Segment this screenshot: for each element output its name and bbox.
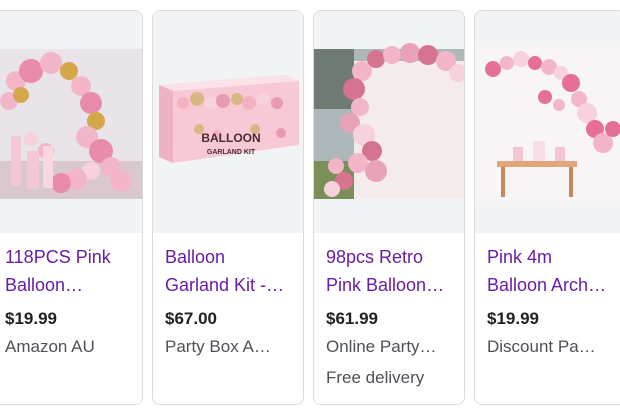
product-image[interactable]: BALLOON GARLAND KIT [153,11,303,233]
product-price: $67.00 [165,309,217,328]
delivery-note: Free delivery [326,368,425,387]
product-card[interactable]: 118PCS Pink Balloon… $19.99 Amazon AU [0,10,143,405]
store-name: Online Party… [326,337,437,356]
product-card[interactable]: Pink 4m Balloon Arch… $19.99 Discount Pa… [474,10,620,405]
product-price: $19.99 [5,309,57,328]
store-name: Discount Pa… [487,337,596,356]
store-name: Party Box A… [165,337,271,356]
box-label-line2: GARLAND KIT [207,149,256,156]
product-title[interactable]: 98pcs Retro Pink Balloon… [326,243,452,299]
product-image[interactable] [314,11,464,233]
box-label-line1: BALLOON [201,131,260,145]
product-price: $19.99 [487,309,539,328]
product-image[interactable] [0,11,142,233]
product-title[interactable]: 118PCS Pink Balloon… [5,243,130,299]
product-price: $61.99 [326,309,378,328]
store-name: Amazon AU [5,337,95,356]
product-card[interactable]: 98pcs Retro Pink Balloon… $61.99 Online … [313,10,465,405]
product-card[interactable]: BALLOON GARLAND KIT Balloon Garland Kit … [152,10,304,405]
product-title[interactable]: Pink 4m Balloon Arch… [487,243,613,299]
product-title[interactable]: Balloon Garland Kit -… [165,243,291,299]
product-image[interactable] [475,11,620,233]
